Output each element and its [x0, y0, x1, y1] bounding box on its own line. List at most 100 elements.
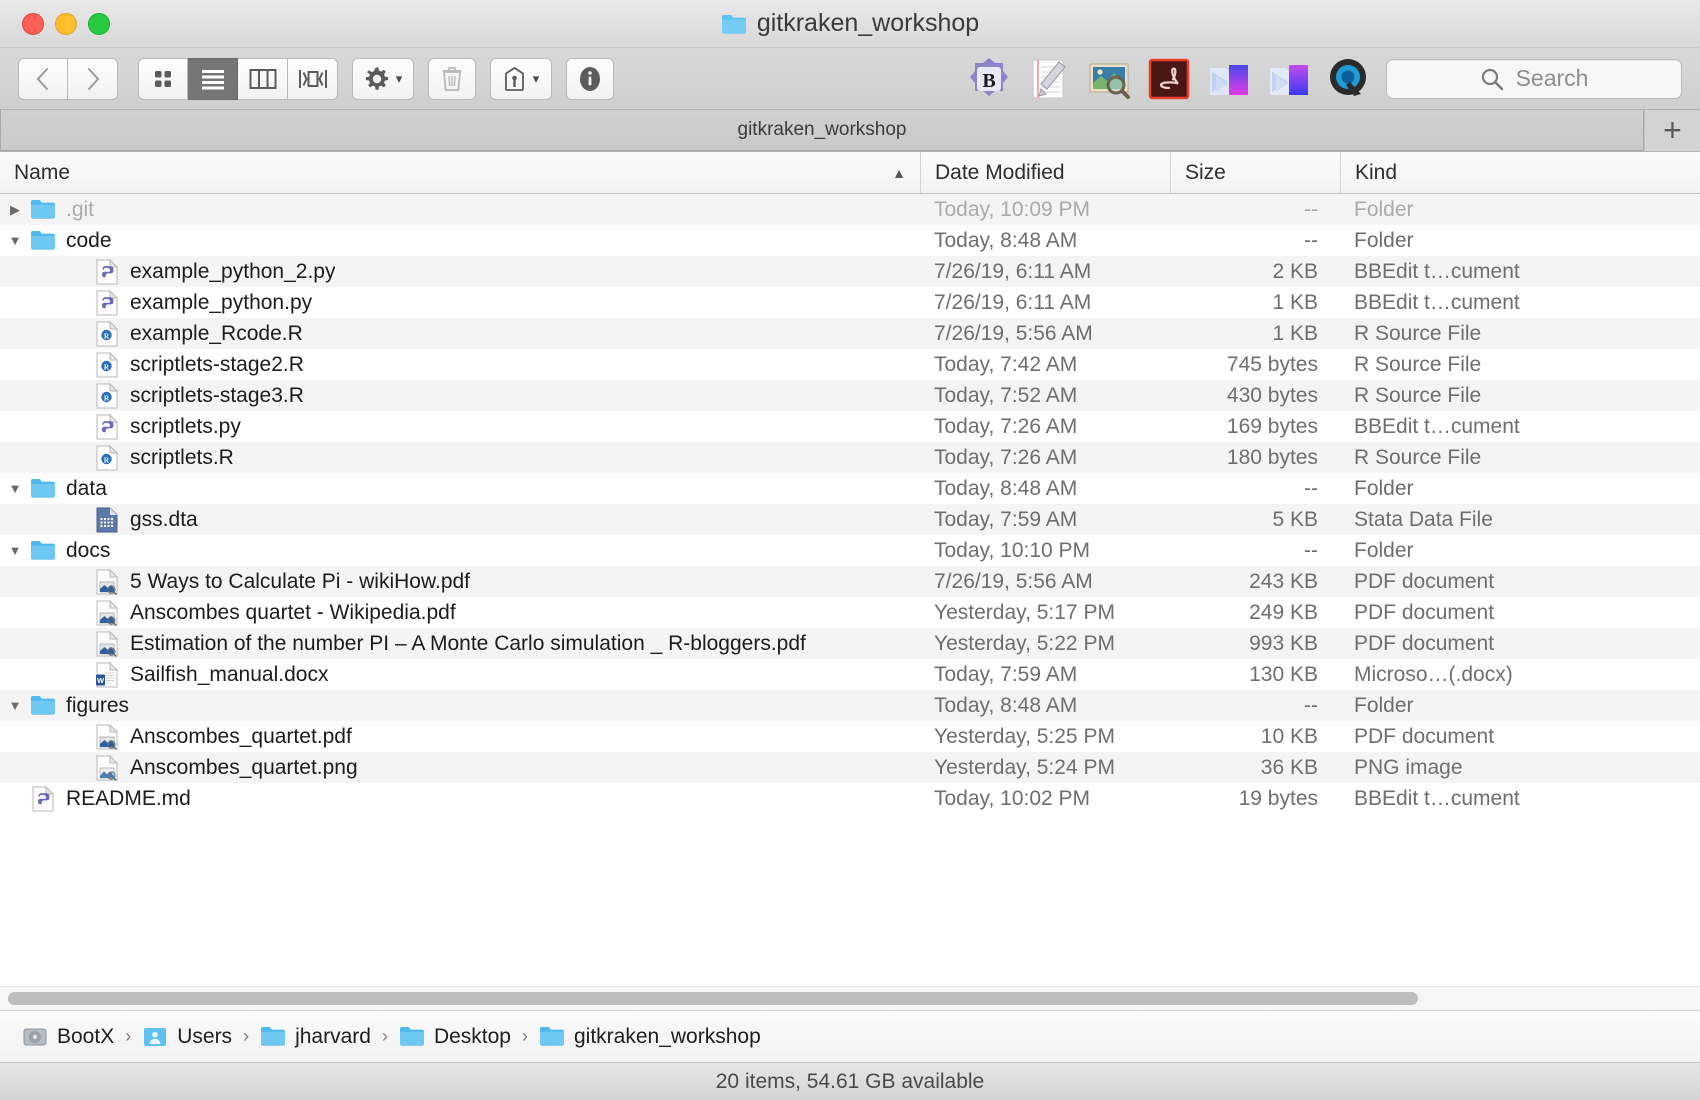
table-row[interactable]: Rscriptlets-stage3.R Today, 7:52 AM 430 by… — [0, 380, 1700, 411]
table-row[interactable]: Rexample_Rcode.R 7/26/19, 5:56 AM 1 KB R So… — [0, 318, 1700, 349]
file-name-cell: ▶ .git — [0, 197, 920, 223]
quicktime-app-icon[interactable] — [1326, 56, 1372, 102]
file-list[interactable]: ▶ .git Today, 10:09 PM -- Folder ▼ code Today, … — [0, 194, 1700, 986]
share-menu-button[interactable]: ▾ — [490, 57, 552, 100]
textedit-app-icon[interactable] — [1026, 56, 1072, 102]
search-field[interactable]: Search — [1386, 58, 1682, 99]
table-row[interactable]: README.md Today, 10:02 PM 19 bytes BBEdit t… — [0, 783, 1700, 814]
file-name-label: scriptlets-stage2.R — [130, 352, 304, 376]
scrollbar-thumb[interactable] — [8, 992, 1418, 1005]
disclosure-triangle-icon[interactable]: ▼ — [0, 698, 30, 713]
table-row[interactable]: example_python.py 7/26/19, 6:11 AM 1 KB BBE… — [0, 287, 1700, 318]
breadcrumb-item[interactable]: Users — [142, 1025, 232, 1049]
bbedit-app-icon[interactable]: B — [966, 56, 1012, 102]
disclosure-triangle-icon[interactable]: ▼ — [0, 233, 30, 248]
column-header-size[interactable]: Size — [1170, 152, 1340, 193]
view-mode-column-button[interactable] — [238, 57, 288, 100]
chevron-down-icon: ▾ — [532, 70, 540, 86]
status-bar: 20 items, 54.61 GB available — [0, 1062, 1700, 1100]
file-date-modified: Yesterday, 5:25 PM — [934, 724, 1115, 748]
delete-button[interactable] — [428, 57, 476, 100]
table-row[interactable]: ▼ data Today, 8:48 AM -- Folder — [0, 473, 1700, 504]
svg-text:R: R — [104, 332, 110, 340]
file-date-modified: Today, 7:59 AM — [934, 662, 1078, 686]
file-icon-wrap — [94, 413, 130, 440]
disclosure-triangle-icon[interactable]: ▼ — [0, 481, 30, 496]
file-date-modified: Today, 8:48 AM — [934, 693, 1078, 717]
finder-violet-app-icon[interactable] — [1266, 56, 1312, 102]
table-row[interactable]: 5 Ways to Calculate Pi - wikiHow.pdf 7/26… — [0, 566, 1700, 597]
table-row[interactable]: ▼ figures Today, 8:48 AM -- Folder — [0, 690, 1700, 721]
folder-icon — [399, 1026, 424, 1046]
file-name-cell: ▼ docs — [0, 538, 920, 564]
folder-icon — [261, 1026, 286, 1046]
info-button[interactable] — [566, 57, 614, 100]
breadcrumb-item[interactable]: BootX — [22, 1025, 114, 1049]
table-row[interactable]: ▶ .git Today, 10:09 PM -- Folder — [0, 194, 1700, 225]
acrobat-app-icon[interactable] — [1146, 56, 1192, 102]
file-size: 10 KB — [1260, 724, 1318, 748]
file-icon-wrap — [30, 693, 66, 719]
column-header-kind[interactable]: Kind — [1340, 152, 1700, 193]
file-kind: BBEdit t…cument — [1354, 290, 1520, 314]
file-kind: BBEdit t…cument — [1354, 259, 1520, 283]
file-name-cell: ▼ figures — [0, 693, 920, 719]
title-bar: gitkraken_workshop — [0, 0, 1700, 48]
python-file-icon — [96, 413, 119, 439]
search-placeholder: Search — [1515, 65, 1589, 91]
preview-app-icon[interactable] — [1086, 56, 1132, 102]
file-name-label: README.md — [66, 786, 191, 810]
column-header-kind-label: Kind — [1355, 160, 1398, 184]
table-row[interactable]: Anscombes quartet - Wikipedia.pdf Yesterd… — [0, 597, 1700, 628]
file-icon-wrap — [30, 538, 66, 564]
r-source-file-icon: R — [96, 444, 119, 470]
table-row[interactable]: Rscriptlets-stage2.R Today, 7:42 AM 745 by… — [0, 349, 1700, 380]
breadcrumb-item[interactable]: Desktop — [399, 1025, 511, 1049]
disclosure-triangle-icon[interactable]: ▼ — [0, 543, 30, 558]
horizontal-scrollbar[interactable] — [0, 986, 1700, 1010]
table-row[interactable]: Anscombes_quartet.pdf Yesterday, 5:25 PM 1… — [0, 721, 1700, 752]
table-row[interactable]: gss.dta Today, 7:59 AM 5 KB Stata Data File — [0, 504, 1700, 535]
back-button[interactable] — [18, 57, 68, 100]
file-name-cell: Anscombes_quartet.png — [0, 754, 920, 781]
column-header-date-modified[interactable]: Date Modified — [920, 152, 1170, 193]
pdf-document-icon — [96, 599, 119, 626]
file-icon-wrap — [94, 723, 130, 750]
window-title: gitkraken_workshop — [0, 9, 1700, 38]
file-kind: Folder — [1354, 693, 1414, 717]
new-tab-label: + — [1663, 112, 1682, 148]
file-name-label: Anscombes quartet - Wikipedia.pdf — [130, 600, 456, 624]
breadcrumb-item[interactable]: jharvard — [260, 1025, 371, 1049]
chevron-right-icon — [87, 67, 99, 90]
breadcrumb-separator: › — [521, 1026, 528, 1046]
table-row[interactable]: example_python_2.py 7/26/19, 6:11 AM 2 KB B… — [0, 256, 1700, 287]
column-header-name[interactable]: Name ▲ — [0, 152, 920, 193]
file-date-modified: Today, 8:48 AM — [934, 228, 1078, 252]
search-icon — [1481, 68, 1503, 90]
table-row[interactable]: Anscombes_quartet.png Yesterday, 5:24 PM 3… — [0, 752, 1700, 783]
table-row[interactable]: W Sailfish_manual.docx Today, 7:59 AM 130 K… — [0, 659, 1700, 690]
table-row[interactable]: Rscriptlets.R Today, 7:26 AM 180 bytes R So… — [0, 442, 1700, 473]
table-row[interactable]: ▼ docs Today, 10:10 PM -- Folder — [0, 535, 1700, 566]
table-row[interactable]: Estimation of the number PI – A Monte Ca… — [0, 628, 1700, 659]
disclosure-triangle-icon[interactable]: ▶ — [0, 202, 30, 218]
harddrive-icon — [23, 1028, 47, 1045]
table-row[interactable]: scriptlets.py Today, 7:26 AM 169 bytes BBEd… — [0, 411, 1700, 442]
table-row[interactable]: ▼ code Today, 8:48 AM -- Folder — [0, 225, 1700, 256]
file-name-label: Anscombes_quartet.pdf — [130, 724, 352, 748]
pdf-document-icon — [96, 568, 119, 595]
view-mode-list-button[interactable] — [188, 57, 238, 100]
breadcrumb-item[interactable]: gitkraken_workshop — [539, 1025, 761, 1049]
file-kind: PNG image — [1354, 755, 1463, 779]
new-tab-button[interactable]: + — [1644, 110, 1700, 151]
forward-button[interactable] — [68, 57, 118, 100]
trash-icon — [442, 66, 462, 91]
view-mode-icon-button[interactable] — [138, 57, 188, 100]
file-icon-wrap: R — [94, 351, 130, 378]
finder-purple-app-icon[interactable] — [1206, 56, 1252, 102]
view-mode-gallery-button[interactable] — [288, 57, 338, 100]
file-kind: Folder — [1354, 476, 1414, 500]
action-menu-button[interactable]: ▾ — [352, 57, 414, 100]
file-size: 430 bytes — [1226, 383, 1318, 407]
tab-gitkraken-workshop[interactable]: gitkraken_workshop — [0, 110, 1644, 151]
